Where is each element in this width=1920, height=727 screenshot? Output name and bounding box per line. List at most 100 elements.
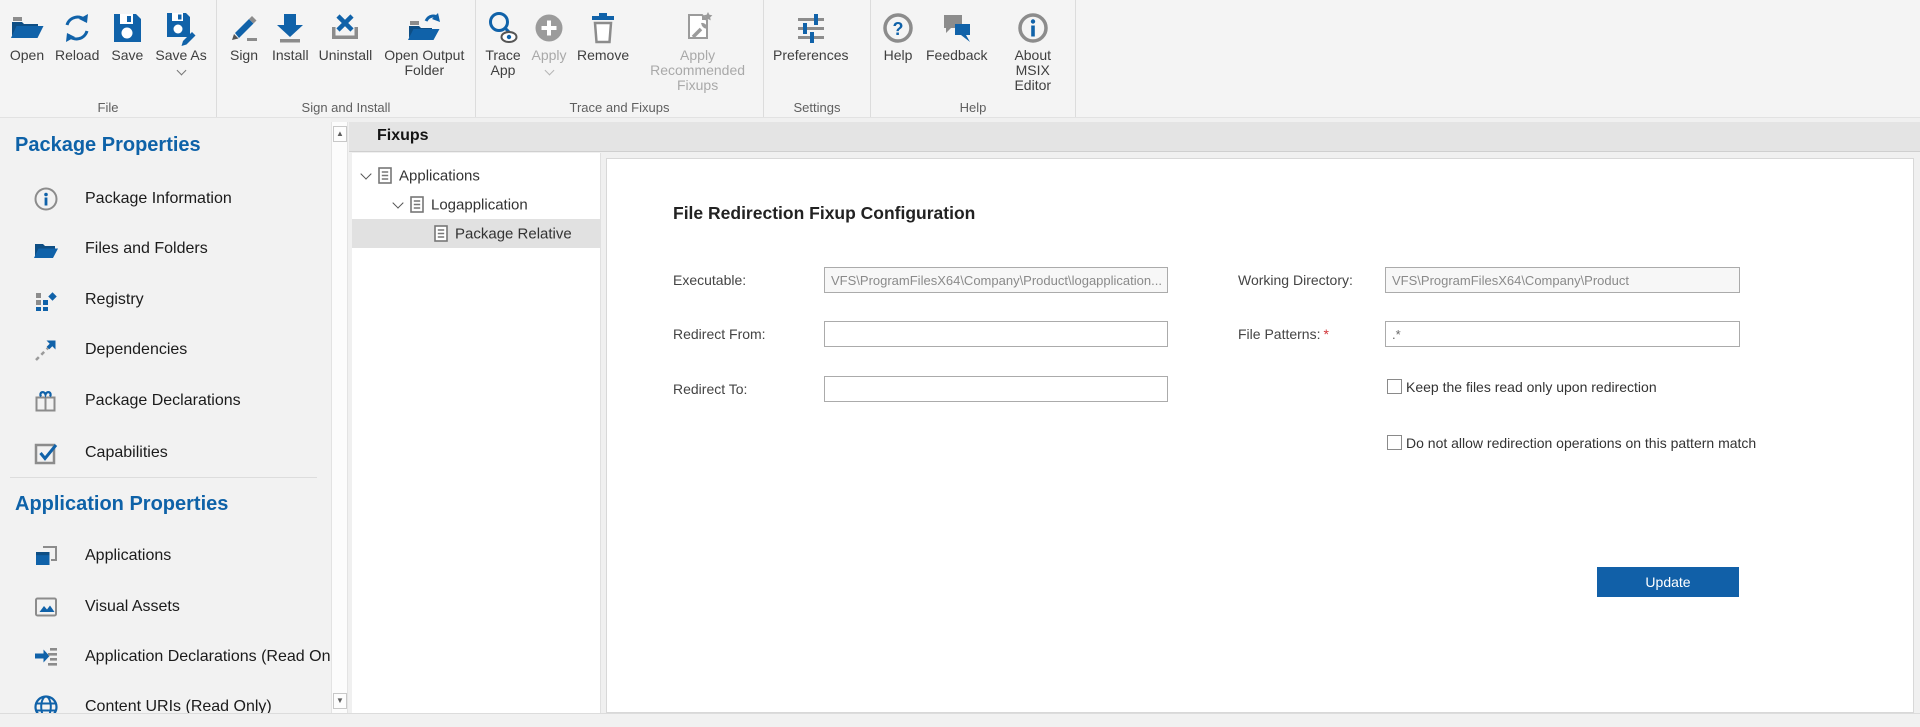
checkbox-check-icon [33, 440, 59, 466]
fixups-panel-title: Fixups [377, 127, 429, 145]
remove-button-label: Remove [577, 48, 629, 63]
sidebar-item-label: Capabilities [85, 444, 168, 462]
trace-app-magnifier-icon [485, 8, 521, 48]
remove-button[interactable]: Remove [572, 6, 634, 65]
sidebar-item-content-uris[interactable]: Content URIs (Read Only) [0, 682, 331, 713]
apply-recommended-fixups-button[interactable]: Apply Recommended Fixups [634, 6, 761, 95]
apply-button-label: Apply [531, 48, 566, 63]
help-question-icon: ? [880, 8, 916, 48]
help-button[interactable]: ? Help [875, 6, 921, 65]
install-button-label: Install [272, 48, 309, 63]
sidebar-section-divider [10, 477, 317, 478]
document-icon [378, 167, 392, 189]
sidebar-item-application-declarations[interactable]: Application Declarations (Read Only) [0, 632, 331, 682]
ribbon-group-settings: Preferences Settings [764, 0, 871, 117]
save-as-dropdown-chevron-icon[interactable] [176, 66, 186, 76]
update-button[interactable]: Update [1597, 567, 1739, 597]
help-button-label: Help [884, 48, 913, 63]
fixups-tree: Applications Logapplication Package Rela… [352, 153, 601, 713]
sidebar-item-applications[interactable]: Applications [0, 531, 331, 581]
navigation-sidebar: Package Properties Package Information F… [0, 118, 331, 713]
working-directory-input[interactable] [1385, 267, 1740, 293]
ribbon-group-help-label: Help [871, 100, 1075, 115]
reload-icon [59, 8, 95, 48]
uninstall-button-label: Uninstall [319, 48, 373, 63]
about-info-icon [1015, 8, 1051, 48]
keep-files-readonly-checkbox[interactable] [1387, 379, 1402, 394]
tree-item-label: Package Relative [455, 225, 572, 242]
tree-item-applications[interactable]: Applications [352, 161, 600, 190]
feedback-button[interactable]: Feedback [921, 6, 992, 65]
open-output-folder-button[interactable]: Open Output Folder [377, 6, 471, 80]
about-msix-editor-button[interactable]: About MSIX Editor [992, 6, 1073, 95]
redirect-from-input[interactable] [824, 321, 1168, 347]
tree-item-label: Applications [399, 167, 480, 184]
sidebar-item-label: Package Information [85, 190, 232, 208]
apply-recommended-fixups-button-label: Apply Recommended Fixups [639, 48, 756, 93]
tree-item-label: Logapplication [431, 196, 528, 213]
remove-trash-icon [585, 8, 621, 48]
sidebar-item-package-declarations[interactable]: Package Declarations [0, 376, 331, 426]
reload-button-label: Reload [55, 48, 99, 63]
save-as-button[interactable]: Save As [150, 6, 211, 76]
redirect-from-label: Redirect From: [673, 326, 766, 342]
chevron-down-icon[interactable] [360, 168, 371, 179]
msix-editor-window: Open Reload Save Save As [0, 0, 1920, 727]
globe-icon [33, 694, 59, 713]
preferences-sliders-icon [793, 8, 829, 48]
document-icon [434, 225, 448, 247]
keep-files-readonly-label: Keep the files read only upon redirectio… [1406, 379, 1657, 395]
save-icon [109, 8, 145, 48]
horizontal-scrollbar[interactable] [0, 713, 1920, 727]
apply-button[interactable]: Apply [526, 6, 572, 76]
sidebar-scrollbar[interactable]: ▲ ▼ [331, 122, 348, 713]
sidebar-item-label: Files and Folders [85, 240, 208, 258]
windows-icon [33, 543, 59, 569]
document-icon [410, 196, 424, 218]
sidebar-item-dependencies[interactable]: Dependencies [0, 325, 331, 375]
no-redirect-operations-checkbox-row[interactable]: Do not allow redirection operations on t… [1387, 435, 1756, 451]
sidebar-item-registry[interactable]: Registry [0, 275, 331, 325]
scroll-up-icon[interactable]: ▲ [333, 126, 347, 142]
sidebar-item-label: Content URIs (Read Only) [85, 698, 272, 713]
open-button[interactable]: Open [4, 6, 50, 65]
open-output-folder-icon [406, 8, 442, 48]
fixups-panel-header: Fixups [349, 122, 1920, 152]
sidebar-item-package-information[interactable]: Package Information [0, 174, 331, 224]
sidebar-item-files-and-folders[interactable]: Files and Folders [0, 224, 331, 274]
ribbon-group-trace-fixups-label: Trace and Fixups [476, 100, 763, 115]
sidebar-item-capabilities[interactable]: Capabilities [0, 428, 331, 478]
ribbon-group-trace-fixups: Trace App Apply Remove Apply Recommend [476, 0, 764, 117]
save-as-button-label: Save As [155, 48, 206, 63]
feedback-bubbles-icon [939, 8, 975, 48]
trace-app-button[interactable]: Trace App [480, 6, 526, 80]
install-button[interactable]: Install [267, 6, 314, 65]
sign-pencil-icon [226, 8, 262, 48]
redirect-to-input[interactable] [824, 376, 1168, 402]
sign-button[interactable]: Sign [221, 6, 267, 65]
folder-icon [33, 236, 59, 262]
save-button[interactable]: Save [104, 6, 150, 65]
tree-item-package-relative[interactable]: Package Relative [352, 219, 600, 248]
executable-input[interactable] [824, 267, 1168, 293]
no-redirect-operations-label: Do not allow redirection operations on t… [1406, 435, 1756, 451]
ribbon-group-file: Open Reload Save Save As [0, 0, 217, 117]
reload-button[interactable]: Reload [50, 6, 104, 65]
apply-dropdown-chevron-icon [544, 66, 554, 76]
tree-item-logapplication[interactable]: Logapplication [352, 190, 600, 219]
preferences-button[interactable]: Preferences [768, 6, 853, 65]
scroll-down-icon[interactable]: ▼ [333, 693, 347, 709]
keep-files-readonly-checkbox-row[interactable]: Keep the files read only upon redirectio… [1387, 379, 1657, 395]
info-circle-icon [33, 186, 59, 212]
file-patterns-input[interactable] [1385, 321, 1740, 347]
no-redirect-operations-checkbox[interactable] [1387, 435, 1402, 450]
chevron-down-icon[interactable] [392, 197, 403, 208]
sidebar-item-visual-assets[interactable]: Visual Assets [0, 582, 331, 632]
sidebar-item-label: Application Declarations (Read Only) [85, 648, 331, 666]
redirect-to-label: Redirect To: [673, 381, 747, 397]
uninstall-button[interactable]: Uninstall [314, 6, 378, 65]
preferences-button-label: Preferences [773, 48, 848, 63]
save-button-label: Save [111, 48, 143, 63]
form-title: File Redirection Fixup Configuration [673, 203, 975, 224]
arrow-list-icon [33, 644, 59, 670]
